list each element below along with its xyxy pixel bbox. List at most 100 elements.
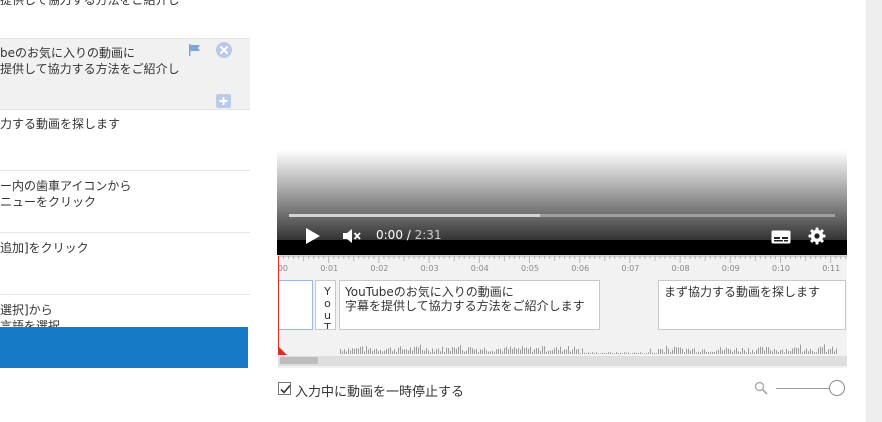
caption-item[interactable]: 提供して協力する方法をご紹介し (0, 0, 250, 22)
caption-item[interactable]: 力する動画を探します (0, 115, 250, 165)
waveform-bar (710, 351, 711, 354)
caption-text[interactable]: 力する動画を探します (0, 116, 120, 132)
waveform-bar (458, 346, 459, 354)
waveform-bar (382, 351, 383, 354)
ruler-tick-label: 0:11 (822, 264, 841, 273)
waveform-bar (388, 348, 389, 354)
waveform-bar (550, 350, 551, 354)
waveform-bar (626, 352, 627, 354)
waveform-bar (738, 351, 739, 354)
waveform-bar (526, 347, 527, 354)
waveform-bar (346, 351, 347, 354)
caption-segment[interactable]: まず協力する動画を探します (658, 280, 846, 330)
zoom-slider-handle[interactable] (829, 380, 845, 396)
divider (0, 294, 250, 295)
waveform-bar (690, 350, 691, 354)
caption-item[interactable]: ー内の歯車アイコンから ニューをクリック (0, 177, 250, 227)
waveform-bar (826, 351, 827, 354)
waveform-bar (572, 349, 573, 354)
waveform-bar (720, 347, 721, 354)
waveform-bar (802, 352, 803, 354)
waveform-bar (706, 351, 707, 354)
play-icon[interactable] (305, 227, 321, 249)
caption-item-selected[interactable]: beのお気に入りの動画に 提供して協力する方法をご紹介し (0, 38, 250, 110)
waveform-bar (482, 349, 483, 354)
waveform-bar (638, 352, 639, 354)
segment-line: まず協力する動画を探します (664, 285, 821, 299)
waveform-bar (502, 351, 503, 354)
caption-item[interactable]: 選択]から 言語を選択 (0, 301, 250, 327)
caption-text[interactable]: ー内の歯車アイコンから ニューをクリック (0, 178, 131, 210)
waveform-bar (544, 346, 545, 354)
waveform-bar (636, 352, 637, 354)
add-caption-bar[interactable] (0, 327, 248, 368)
waveform-bar (488, 351, 489, 354)
waveform-bar (772, 351, 773, 354)
waveform-bar (746, 352, 747, 354)
waveform-bar (752, 349, 753, 354)
ruler-tick-label: 0:07 (621, 264, 640, 273)
pause-while-typing-label[interactable]: 入力中に動画を一時停止する (295, 381, 464, 400)
waveform-bar (804, 350, 805, 354)
caption-segment[interactable]: YouTubeのお気に入りの動画に 字幕を提供して協力する方法をご紹介します (339, 280, 600, 330)
waveform-bar (516, 348, 517, 354)
waveform-bar (758, 347, 759, 354)
waveform-bar (632, 352, 633, 354)
waveform-bar (722, 350, 723, 354)
flag-icon[interactable] (188, 44, 202, 56)
waveform-bar (538, 347, 539, 354)
waveform-bar (378, 351, 379, 354)
timeline-scrollbar-thumb[interactable] (280, 357, 318, 364)
progress-bar[interactable] (289, 214, 835, 217)
caption-text[interactable]: beのお気に入りの動画に 提供して協力する方法をご紹介し (0, 45, 180, 77)
playhead-marker-icon[interactable] (278, 346, 288, 356)
waveform-bar (646, 352, 647, 354)
segment-line: YouTubeのお気に入りの動画に (345, 285, 514, 299)
waveform-bar (736, 347, 737, 354)
waveform-bar (680, 347, 681, 354)
waveform-bar (542, 346, 543, 354)
time-display: 0:00 / 2:31 (376, 228, 442, 242)
gear-icon[interactable] (808, 227, 826, 249)
caption-text[interactable]: 追加]をクリック (0, 240, 89, 256)
close-icon[interactable] (216, 42, 232, 58)
waveform-bar (612, 353, 613, 354)
time-ruler[interactable]: 0:00 0:01 0:02 0:03 0:04 0:05 0:06 0:07 0:08 0:09… (278, 256, 847, 278)
caption-text[interactable]: 提供して協力する方法をご紹介し (0, 0, 180, 8)
subtitles-icon[interactable] (771, 229, 791, 248)
waveform-bar (744, 350, 745, 354)
waveform-bar (684, 352, 685, 354)
waveform-bar (466, 350, 467, 354)
caption-item[interactable]: 追加]をクリック (0, 239, 250, 289)
waveform-bar (400, 346, 401, 354)
waveform-bar (404, 349, 405, 354)
caption-line: ニューをクリック (0, 195, 97, 209)
pause-while-typing-checkbox[interactable] (278, 382, 291, 395)
waveform-bar (386, 349, 387, 354)
caption-line: 提供して協力する方法をご紹介し (0, 0, 180, 7)
caption-track[interactable]: Y o u T YouTubeのお気に入りの動画に 字幕を提供して協力する方法を… (278, 278, 847, 336)
zoom-slider-track[interactable] (776, 388, 830, 389)
waveform-bar (428, 350, 429, 354)
waveform-bar (352, 348, 353, 354)
caption-segment-narrow[interactable]: Y o u T (315, 280, 336, 330)
segment-line: 字幕を提供して協力する方法をご紹介します (345, 299, 585, 313)
waveform-bar (414, 346, 415, 354)
caption-segment-empty[interactable] (278, 280, 313, 330)
waveform-bar (760, 346, 761, 354)
waveform-bar (812, 350, 813, 354)
waveform-bar (450, 350, 451, 354)
waveform-bar (342, 351, 343, 354)
ruler-tick-label: 0:08 (671, 264, 690, 273)
waveform-bar (588, 352, 589, 354)
caption-text[interactable]: 選択]から 言語を選択 (0, 302, 60, 327)
timeline-scrollbar[interactable] (278, 356, 847, 366)
waveform-bar (468, 347, 469, 354)
caption-timeline[interactable]: 0:00 0:01 0:02 0:03 0:04 0:05 0:06 0:07 0:08 0:09… (278, 255, 847, 368)
caption-line: 言語を選択 (0, 319, 61, 327)
page-scrollbar[interactable] (866, 0, 882, 422)
muted-volume-icon[interactable] (342, 227, 362, 249)
add-caption-icon[interactable] (216, 94, 231, 108)
video-player[interactable]: 0:00 / 2:31 (277, 0, 847, 255)
playhead[interactable] (278, 256, 279, 354)
